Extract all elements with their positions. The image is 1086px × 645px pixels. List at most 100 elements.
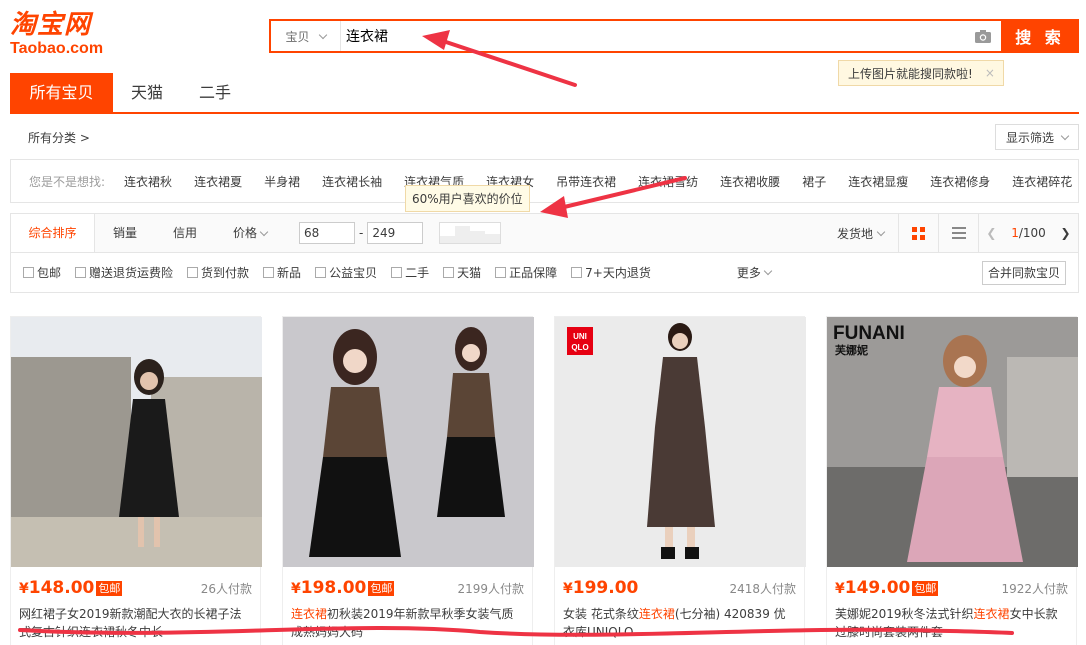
related-search-item[interactable]: 连衣裙显瘦 — [848, 173, 908, 190]
checkbox[interactable] — [23, 267, 34, 278]
product-title[interactable]: 女装 花式条纹连衣裙(七分袖) 420839 优衣库UNIQLO — [555, 599, 804, 639]
ship-from-dropdown[interactable]: 发货地 — [823, 225, 898, 242]
category-row: 所有分类 > 显示筛选 — [10, 120, 1079, 154]
product-card[interactable]: ¥198.00 包邮 2199人付款 连衣裙初秋装2019年新款早秋季女装气质成… — [282, 316, 534, 645]
price-histogram-bar[interactable] — [470, 231, 486, 243]
filter-label: 天猫 — [457, 266, 482, 280]
filter-label: 正品保障 — [509, 266, 558, 280]
free-shipping-badge: 包邮 — [96, 580, 123, 596]
filter-secondhand[interactable]: 二手 — [391, 264, 429, 281]
related-search-item[interactable]: 连衣裙雪纺 — [638, 173, 698, 190]
checkbox[interactable] — [495, 267, 507, 278]
filter-label: 赠送退货运费险 — [89, 266, 174, 280]
search-input[interactable] — [341, 21, 965, 51]
filter-genuine[interactable]: 正品保障 — [495, 264, 557, 281]
price-row: ¥149.00 包邮 1922人付款 — [827, 567, 1076, 599]
sort-right-group: 发货地 ❮ 1/100 ❯ — [823, 214, 1078, 252]
price-histogram-bar[interactable] — [455, 226, 471, 243]
title-text: 连衣裙秋冬中长 — [79, 625, 164, 639]
show-filter-button[interactable]: 显示筛选 — [994, 124, 1079, 150]
search-scope-dropdown[interactable]: 宝贝 — [271, 21, 341, 51]
related-search-item[interactable]: 裙子 — [802, 173, 826, 190]
sort-credit[interactable]: 信用 — [155, 214, 215, 252]
search-bar: 宝贝 搜 索 — [269, 19, 1079, 53]
product-card[interactable]: ¥148.00 包邮 26人付款 网红裙子女2019新款潮配大衣的长裙子法式复古… — [10, 316, 262, 645]
uniqlo-logo-text-top: UNI — [573, 332, 587, 341]
paid-count: 1922人付款 — [1001, 581, 1068, 596]
chevron-right-icon[interactable]: ❯ — [1061, 226, 1071, 240]
tab-all[interactable]: 所有宝贝 — [10, 73, 113, 112]
funani-logo: FUNANI — [833, 323, 905, 344]
product-title[interactable]: 芙娜妮2019秋冬法式针织连衣裙女中长款过膝时尚套装两件套 — [827, 599, 1076, 639]
sort-sales[interactable]: 销量 — [95, 214, 155, 252]
related-search-item[interactable]: 连衣裙修身 — [930, 173, 990, 190]
filter-new[interactable]: 新品 — [263, 264, 301, 281]
filter-checkboxes: 包邮 赠送退货运费险 货到付款 新品 公益宝贝 二手 天猫 正品保障 7+天内退… — [10, 253, 1079, 293]
filter-label: 7+天内退货 — [585, 266, 651, 280]
uniqlo-logo-text-bottom: QLO — [571, 343, 588, 352]
checkbox[interactable] — [75, 267, 87, 278]
price-histogram-bar[interactable] — [440, 236, 456, 243]
sort-default[interactable]: 综合排序 — [11, 214, 95, 252]
price-max-input[interactable] — [367, 222, 424, 244]
filter-cod[interactable]: 货到付款 — [187, 264, 249, 281]
checkbox[interactable] — [263, 267, 275, 278]
list-view-button[interactable] — [938, 214, 978, 252]
taobao-logo[interactable]: 淘宝网 Taobao.com — [10, 10, 120, 58]
title-text: 女装 花式条纹 — [563, 607, 639, 621]
ship-from-label: 发货地 — [836, 226, 873, 241]
tab-secondhand[interactable]: 二手 — [181, 73, 249, 112]
camera-icon[interactable] — [965, 21, 1001, 51]
filter-charity[interactable]: 公益宝贝 — [315, 264, 377, 281]
filter-label: 包邮 — [37, 266, 62, 280]
related-search-item[interactable]: 连衣裙碎花 — [1012, 173, 1072, 190]
checkbox[interactable] — [391, 267, 403, 278]
title-highlight: 连衣裙 — [291, 607, 328, 621]
checkbox[interactable] — [315, 267, 327, 278]
filter-free-shipping[interactable]: 包邮 — [23, 264, 61, 281]
grid-view-button[interactable] — [898, 214, 938, 252]
product-image[interactable] — [283, 317, 534, 567]
search-tabs: 所有宝贝 天猫 二手 — [10, 73, 1079, 114]
sort-bar: 综合排序 销量 信用 价格 - 发货地 ❮ 1/100 ❯ — [10, 213, 1079, 253]
related-search-item[interactable]: 吊带连衣裙 — [556, 173, 616, 190]
chevron-down-icon — [1060, 131, 1070, 140]
related-search-item[interactable]: 半身裙 — [264, 173, 300, 190]
related-search-item[interactable]: 连衣裙长袖 — [322, 173, 382, 190]
product-image[interactable] — [11, 317, 262, 567]
product-image[interactable]: UNI QLO — [555, 317, 806, 567]
price-min-input[interactable] — [299, 222, 356, 244]
checkbox[interactable] — [571, 267, 583, 278]
funani-logo-cn: 芙娜妮 — [834, 343, 868, 357]
sort-price[interactable]: 价格 — [215, 214, 285, 252]
product-grid: ¥148.00 包邮 26人付款 网红裙子女2019新款潮配大衣的长裙子法式复古… — [10, 316, 1079, 645]
filter-7day-return[interactable]: 7+天内退货 — [571, 264, 651, 281]
product-card[interactable]: FUNANI 芙娜妮 ¥149.00 包邮 1922人付款 芙娜妮2019秋冬法… — [826, 316, 1078, 645]
related-search-item[interactable]: 连衣裙夏 — [194, 173, 242, 190]
filter-label: 货到付款 — [201, 266, 250, 280]
checkbox[interactable] — [187, 267, 199, 278]
product-title[interactable]: 连衣裙初秋装2019年新款早秋季女装气质成熟妈妈大码 — [283, 599, 532, 639]
product-image[interactable]: FUNANI 芙娜妮 — [827, 317, 1078, 567]
all-categories-link[interactable]: 所有分类 > — [10, 129, 90, 146]
more-filters-label: 更多 — [736, 266, 761, 280]
search-button[interactable]: 搜 索 — [1001, 19, 1079, 53]
price-row: ¥148.00 包邮 26人付款 — [11, 567, 260, 599]
related-search-item[interactable]: 连衣裙收腰 — [720, 173, 780, 190]
merge-same-items-button[interactable]: 合并同款宝贝 — [981, 260, 1066, 285]
price-histogram-bar[interactable] — [485, 234, 501, 243]
current-page: 1 — [1011, 226, 1019, 240]
filter-tmall[interactable]: 天猫 — [443, 264, 481, 281]
product-price: ¥198.00 — [291, 578, 367, 598]
chevron-left-icon[interactable]: ❮ — [986, 226, 996, 240]
price-distribution-chart[interactable] — [439, 222, 502, 244]
product-card[interactable]: UNI QLO ¥199.00 2418人付款 女装 花式条纹连衣裙(七分袖) … — [554, 316, 806, 645]
checkbox[interactable] — [443, 267, 455, 278]
paid-count: 2418人付款 — [729, 581, 796, 596]
product-title[interactable]: 网红裙子女2019新款潮配大衣的长裙子法式复古针织连衣裙秋冬中长 — [11, 599, 260, 639]
filter-return-insurance[interactable]: 赠送退货运费险 — [75, 264, 173, 281]
tab-tmall[interactable]: 天猫 — [113, 73, 181, 112]
product-price: ¥149.00 — [835, 578, 911, 598]
related-search-item[interactable]: 连衣裙秋 — [124, 173, 172, 190]
more-filters-button[interactable]: 更多 — [736, 264, 773, 281]
